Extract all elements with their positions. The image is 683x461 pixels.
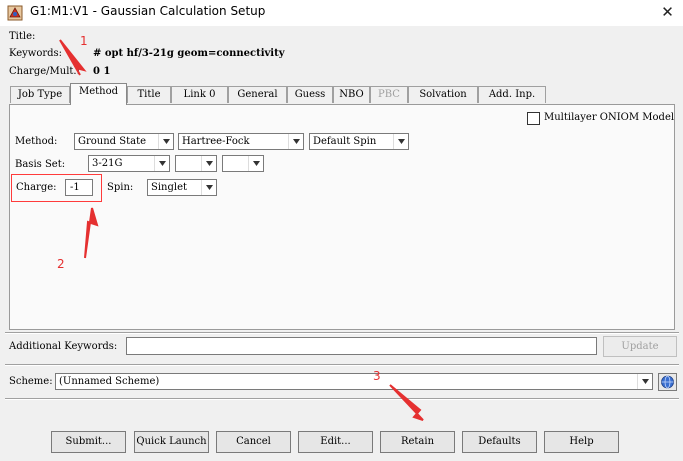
annotation-number-2: 2 <box>57 257 65 271</box>
annotation-arrows <box>59 39 424 421</box>
annotation-number-3: 3 <box>373 369 381 383</box>
annotation-number-1: 1 <box>80 34 88 48</box>
arrow-3 <box>389 384 424 421</box>
tab-method[interactable]: Method <box>70 83 127 105</box>
arrow-2 <box>84 207 99 259</box>
